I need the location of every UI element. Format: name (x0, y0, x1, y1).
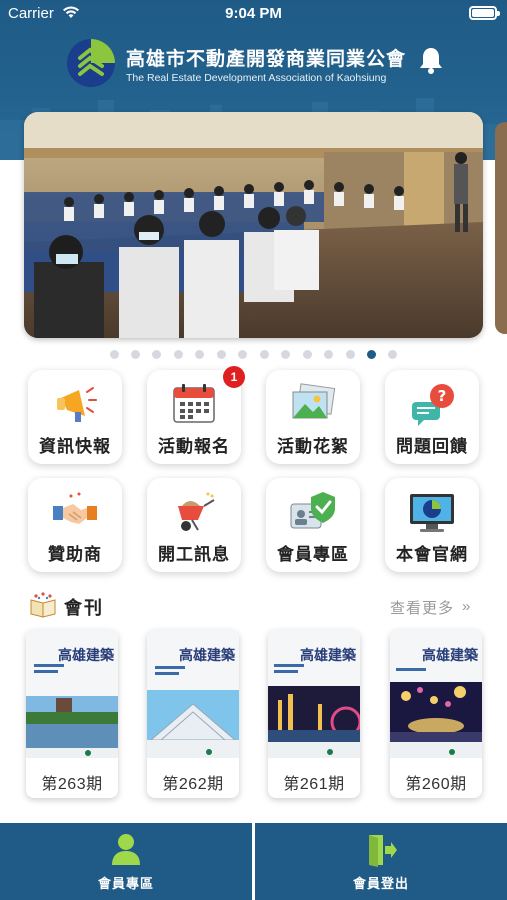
journal-cover-image: 高雄建築 (390, 630, 482, 758)
megaphone-icon (57, 387, 97, 422)
svg-text:?: ? (438, 387, 447, 405)
question-chat-icon: ? (412, 384, 454, 426)
menu-official-website-label: 本會官網 (396, 545, 468, 564)
cover-title: 高雄建築 (58, 647, 115, 664)
menu-sponsors-button[interactable]: 贊助商 (28, 478, 122, 572)
pagination-dot[interactable] (302, 350, 312, 359)
journal-issue-card[interactable]: 高雄建築 第263期 (26, 630, 118, 798)
journal-section-title: 會刊 (64, 598, 104, 618)
pagination-dot[interactable] (238, 350, 248, 359)
pagination-dot[interactable] (109, 350, 119, 359)
member-area-tab[interactable]: 會員專區 (0, 823, 252, 900)
wheelbarrow-icon (178, 492, 215, 531)
notification-bell-icon[interactable] (418, 46, 444, 74)
journal-issue-label: 第260期 (405, 776, 467, 793)
carousel-pagination (0, 346, 507, 359)
logout-icon (369, 835, 397, 867)
menu-construction-news-label: 開工訊息 (158, 545, 230, 564)
next-banner-peek (495, 122, 507, 334)
member-id-icon (290, 492, 335, 529)
journal-issue-label: 第261期 (283, 776, 345, 793)
pagination-dot-active[interactable] (366, 350, 376, 359)
calendar-icon (173, 384, 215, 423)
monitor-icon (410, 494, 454, 532)
menu-event-photos-button[interactable]: 活動花絮 (266, 370, 360, 464)
pagination-dot[interactable] (131, 350, 140, 359)
journal-issue-card[interactable]: 高雄建築 第260期 (390, 630, 482, 798)
cover-title: 高雄建築 (179, 647, 236, 664)
menu-news-button[interactable]: 資訊快報 (28, 370, 122, 464)
menu-news-label: 資訊快報 (39, 437, 111, 456)
notification-badge: 1 (223, 366, 245, 388)
double-chevron-right-icon[interactable]: » (462, 598, 470, 615)
menu-event-registration-label: 活動報名 (158, 437, 230, 456)
association-logo (67, 39, 115, 87)
journal-cover-image: 高雄建築 (268, 630, 360, 758)
pagination-dot[interactable] (216, 350, 226, 359)
status-bar: Carrier 9:04 PM (0, 0, 507, 28)
pagination-dot[interactable] (281, 350, 291, 359)
cover-title: 高雄建築 (300, 647, 357, 664)
photo-icon (292, 383, 336, 419)
menu-member-area-button[interactable]: 會員專區 (266, 478, 360, 572)
menu-event-photos-label: 活動花絮 (277, 437, 349, 456)
menu-official-website-button[interactable]: 本會官網 (385, 478, 479, 572)
journal-cover-image: 高雄建築 (147, 630, 239, 758)
organization-subtitle: The Real Estate Development Association … (126, 72, 387, 84)
view-more-link[interactable]: 查看更多 (390, 597, 454, 618)
clock: 9:04 PM (225, 5, 282, 22)
journal-cover-image: 高雄建築 (26, 630, 118, 758)
pagination-dot[interactable] (324, 350, 334, 359)
user-icon (112, 834, 140, 865)
organization-title: 高雄市不動產開發商業同業公會 (126, 49, 407, 70)
journal-issue-card[interactable]: 高雄建築 第261期 (268, 630, 360, 798)
journal-issue-label: 第263期 (41, 776, 103, 793)
pagination-dot[interactable] (152, 350, 162, 359)
menu-construction-news-button[interactable]: 開工訊息 (147, 478, 241, 572)
menu-member-area-label: 會員專區 (277, 545, 349, 564)
pagination-dot[interactable] (195, 350, 205, 359)
pagination-dot[interactable] (173, 350, 183, 359)
handshake-icon (53, 492, 97, 524)
menu-event-registration-button[interactable]: 活動報名 1 (147, 366, 245, 464)
menu-feedback-label: 問題回饋 (396, 437, 468, 456)
open-book-icon (30, 592, 56, 618)
journal-issue-card[interactable]: 高雄建築 第262期 (147, 630, 239, 798)
banner-carousel[interactable] (24, 112, 483, 338)
seminar-photo (24, 112, 483, 338)
member-logout-tab[interactable]: 會員登出 (255, 823, 507, 900)
journal-issue-label: 第262期 (162, 776, 224, 793)
pagination-dot[interactable] (259, 350, 269, 359)
cover-title: 高雄建築 (422, 647, 479, 664)
pagination-dot[interactable] (388, 350, 398, 359)
menu-feedback-button[interactable]: ? 問題回饋 (385, 370, 479, 464)
menu-sponsors-label: 贊助商 (48, 545, 102, 564)
member-area-tab-label: 會員專區 (97, 876, 154, 891)
member-logout-tab-label: 會員登出 (352, 876, 409, 891)
battery-icon (469, 6, 500, 20)
pagination-dot[interactable] (345, 350, 355, 359)
